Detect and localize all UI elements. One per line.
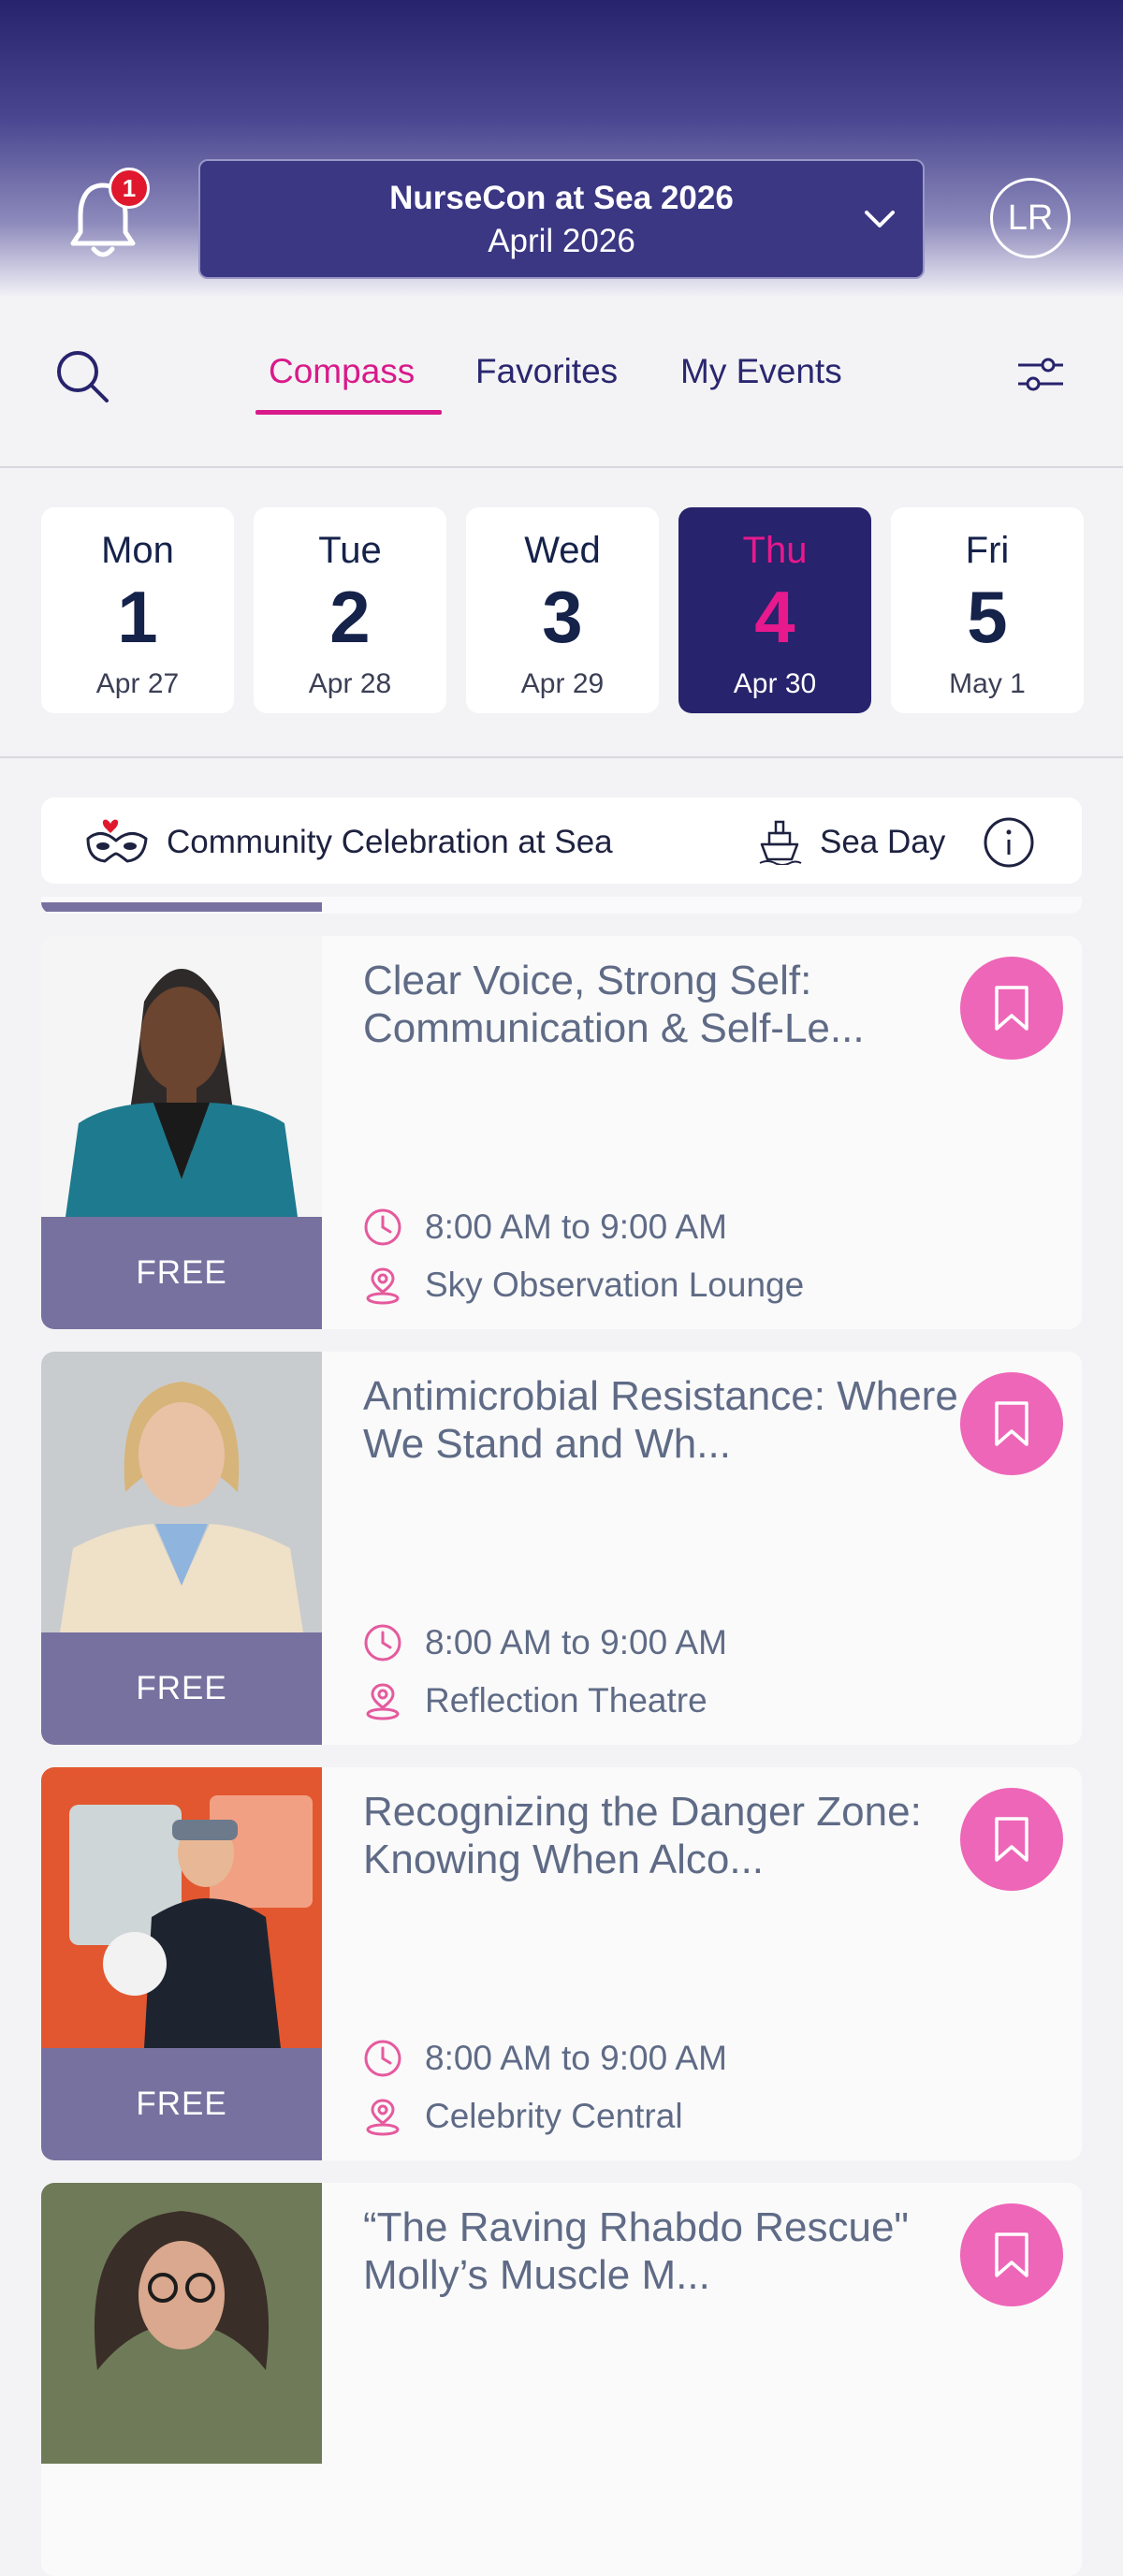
chevron-down-icon — [865, 211, 895, 227]
day-thu[interactable]: Thu 4 Apr 30 — [678, 507, 871, 713]
day-theme-label: Community Celebration at Sea — [167, 824, 613, 860]
speaker-photo — [41, 1767, 322, 2048]
filter-sliders-icon[interactable] — [1016, 352, 1065, 397]
session-title[interactable]: Antimicrobial Resistance: Where We Stand… — [363, 1372, 962, 1468]
app-header: 1 NurseCon at Sea 2026 April 2026 LR — [0, 0, 1123, 296]
day-mon[interactable]: Mon 1 Apr 27 — [41, 507, 234, 713]
info-icon[interactable] — [983, 816, 1035, 869]
day-number: 4 — [754, 576, 795, 658]
day-name: Tue — [318, 530, 382, 571]
user-avatar[interactable]: LR — [990, 178, 1071, 258]
search-icon[interactable] — [52, 346, 112, 406]
bookmark-button[interactable] — [960, 957, 1063, 1060]
carnival-mask-icon — [86, 819, 148, 863]
day-selector: Mon 1 Apr 27 Tue 2 Apr 28 Wed 3 Apr 29 T… — [0, 468, 1123, 758]
session-location: Celebrity Central — [425, 2097, 683, 2135]
notification-badge: 1 — [109, 168, 150, 209]
day-date: May 1 — [949, 668, 1026, 699]
bookmark-icon — [995, 986, 1028, 1031]
session-location: Reflection Theatre — [425, 1681, 707, 1720]
clock-icon — [364, 1624, 401, 1661]
day-tue[interactable]: Tue 2 Apr 28 — [254, 507, 446, 713]
tab-favorites[interactable]: Favorites — [475, 352, 618, 391]
day-number: 5 — [967, 576, 1008, 658]
nav-bar: Compass Favorites My Events — [0, 296, 1123, 468]
price-badge: FREE — [41, 2048, 322, 2160]
session-time: 8:00 AM to 9:00 AM — [425, 2039, 727, 2077]
bookmark-icon — [995, 1401, 1028, 1446]
session-time: 8:00 AM to 9:00 AM — [425, 1208, 727, 1246]
location-pin-icon — [366, 1267, 400, 1305]
session-title[interactable]: Recognizing the Danger Zone: Knowing Whe… — [363, 1788, 962, 1883]
active-tab-indicator — [255, 410, 442, 415]
day-theme-bar: Community Celebration at Sea Sea Day — [41, 798, 1082, 884]
bookmark-icon — [995, 2232, 1028, 2277]
session-title[interactable]: “The Raving Rhabdo Rescue" Molly’s Muscl… — [363, 2203, 962, 2299]
day-number: 3 — [542, 576, 583, 658]
bookmark-button[interactable] — [960, 1372, 1063, 1475]
bookmark-icon — [995, 1817, 1028, 1862]
day-wed[interactable]: Wed 3 Apr 29 — [466, 507, 659, 713]
bookmark-button[interactable] — [960, 1788, 1063, 1891]
price-badge: FREE — [41, 1217, 322, 1329]
speaker-photo — [41, 1352, 322, 1632]
location-pin-icon — [366, 2099, 400, 2136]
day-name: Fri — [965, 530, 1010, 571]
previous-card-edge — [41, 897, 1082, 914]
tab-compass[interactable]: Compass — [269, 352, 415, 391]
session-time: 8:00 AM to 9:00 AM — [425, 1623, 727, 1661]
day-date: Apr 27 — [95, 668, 180, 699]
session-card[interactable]: FREE Antimicrobial Resistance: Where We … — [41, 1352, 1082, 1745]
day-date: Apr 28 — [308, 668, 392, 699]
speaker-photo — [41, 2183, 322, 2464]
price-badge: FREE — [41, 1632, 322, 1745]
day-date: Apr 30 — [733, 668, 817, 699]
session-card[interactable]: “The Raving Rhabdo Rescue" Molly’s Muscl… — [41, 2183, 1082, 2576]
event-name: NurseCon at Sea 2026 — [389, 180, 734, 216]
session-location: Sky Observation Lounge — [425, 1266, 805, 1304]
session-card[interactable]: FREE Clear Voice, Strong Self: Communica… — [41, 936, 1082, 1329]
event-selector[interactable]: NurseCon at Sea 2026 April 2026 — [198, 159, 925, 279]
event-date: April 2026 — [488, 223, 635, 259]
speaker-photo — [41, 936, 322, 1217]
day-fri[interactable]: Fri 5 May 1 — [891, 507, 1084, 713]
day-number: 1 — [117, 576, 158, 658]
sea-day-label: Sea Day — [820, 824, 946, 860]
session-card[interactable]: FREE Recognizing the Danger Zone: Knowin… — [41, 1767, 1082, 2160]
ship-icon — [759, 820, 802, 865]
day-number: 2 — [329, 576, 371, 658]
session-title[interactable]: Clear Voice, Strong Self: Communication … — [363, 957, 962, 1052]
tab-my-events[interactable]: My Events — [680, 352, 842, 391]
clock-icon — [364, 1208, 401, 1246]
day-date: Apr 29 — [520, 668, 605, 699]
day-name: Thu — [742, 530, 808, 571]
day-name: Wed — [524, 530, 601, 571]
clock-icon — [364, 2040, 401, 2077]
bookmark-button[interactable] — [960, 2203, 1063, 2306]
day-name: Mon — [101, 530, 174, 571]
location-pin-icon — [366, 1683, 400, 1720]
